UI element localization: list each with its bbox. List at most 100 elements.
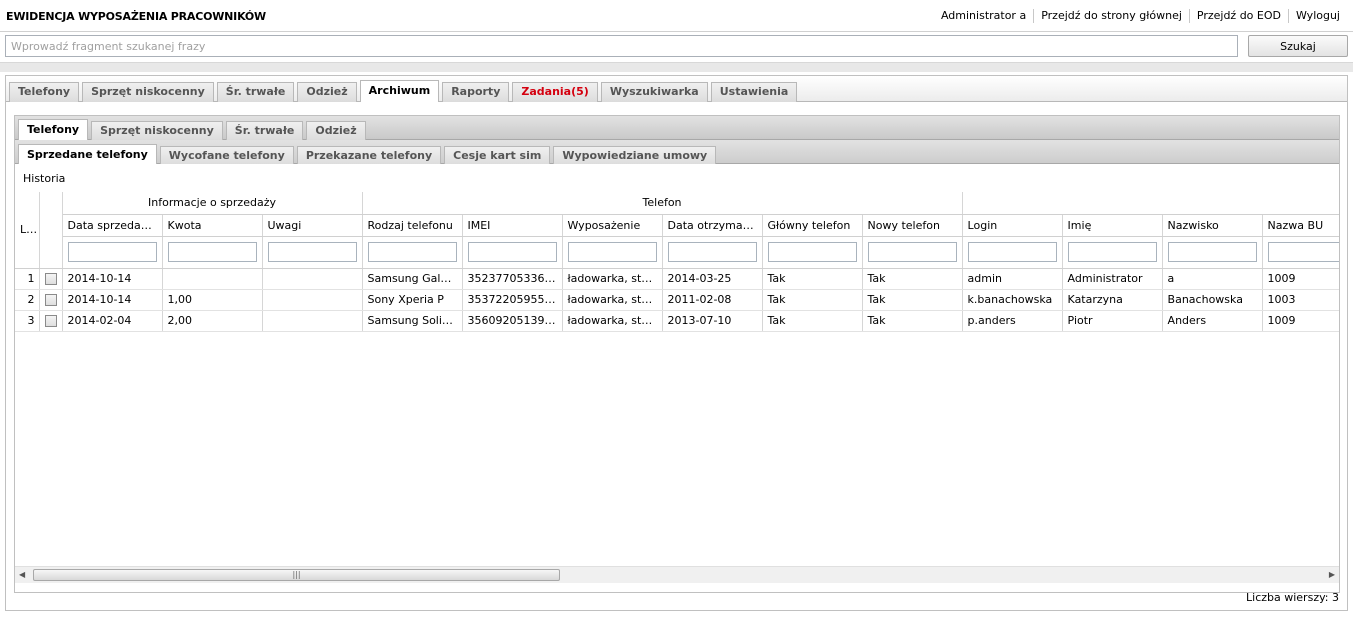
scrollbar-thumb[interactable]: ||| xyxy=(33,569,560,581)
tab-telefony[interactable]: Telefony xyxy=(9,82,80,102)
cell-login: admin xyxy=(962,268,1063,290)
row-number: 2 xyxy=(15,289,40,311)
archive-tab-cesje-kart-sim[interactable]: Cesje kart sim xyxy=(444,146,551,165)
column-header-label: Główny telefon xyxy=(767,218,851,232)
app-header: EWIDENCJA WYPOSAŻENIA PRACOWNIKÓW Admini… xyxy=(0,0,1353,32)
column-header-imie[interactable]: Imię xyxy=(1062,214,1163,237)
tab-archiwum[interactable]: Archiwum xyxy=(359,80,440,102)
tab-wyszukiwarka[interactable]: Wyszukiwarka xyxy=(600,82,708,102)
cell-nazwa-bu: 1009 xyxy=(1262,268,1339,290)
horizontal-scrollbar[interactable]: ◀ ||| ▶ xyxy=(15,566,1339,583)
filter-input-data-sprzedazy[interactable] xyxy=(67,242,157,262)
cell-imei: 353722059550012 xyxy=(462,289,563,311)
cell-login: k.banachowska xyxy=(962,289,1063,311)
cell-nazwisko: Banachowska xyxy=(1162,289,1263,311)
row-select-cell xyxy=(39,310,63,332)
cell-imei: 352377053362780 xyxy=(462,268,563,290)
search-input[interactable] xyxy=(5,35,1238,57)
grid-toolbar: Historia xyxy=(15,164,1339,192)
cell-nowy-telefon: Tak xyxy=(862,268,963,290)
filter-cell xyxy=(162,236,263,269)
subtab-sr-trwale[interactable]: Śr. trwałe xyxy=(225,121,304,140)
column-header-label: Nowy telefon xyxy=(867,218,940,232)
tab-sr-trwale[interactable]: Śr. trwałe xyxy=(216,82,295,102)
cell-kwota: 2,00 xyxy=(162,310,263,332)
row-checkbox[interactable] xyxy=(44,294,57,306)
filter-input-kwota[interactable] xyxy=(167,242,257,262)
filter-input-wyposazenie[interactable] xyxy=(567,242,657,262)
tab-raporty[interactable]: Raporty xyxy=(442,82,510,102)
cell-glowny-telefon: Tak xyxy=(762,310,863,332)
filter-cell xyxy=(362,236,463,269)
column-header-kwota[interactable]: Kwota xyxy=(162,214,263,237)
cell-data-sprzedazy: 2014-10-14 xyxy=(62,268,163,290)
filter-cell xyxy=(62,236,163,269)
filter-input-uwagi[interactable] xyxy=(267,242,357,262)
filter-input-nazwa-bu[interactable] xyxy=(1267,242,1339,262)
tab-zadania-5[interactable]: Zadania(5) xyxy=(512,82,598,102)
subtab-sprzet-niskocenny[interactable]: Sprzęt niskocenny xyxy=(91,121,223,140)
scroll-left-arrow-icon[interactable]: ◀ xyxy=(19,570,29,580)
table-row[interactable]: 1 2014-10-14 Samsung Galaxy S4352377053362… xyxy=(15,268,1339,290)
subtab-telefony[interactable]: Telefony xyxy=(18,119,89,140)
column-header-rodzaj-telefonu[interactable]: Rodzaj telefonu xyxy=(362,214,463,237)
filter-input-rodzaj-telefonu[interactable] xyxy=(367,242,457,262)
column-header-label: Login xyxy=(967,218,998,232)
filter-cell xyxy=(1062,236,1163,269)
table-row[interactable]: 3 2014-02-042,00 Samsung Solid B2710356092… xyxy=(15,310,1339,332)
select-column-header xyxy=(39,192,63,269)
filter-input-glowny-telefon[interactable] xyxy=(767,242,857,262)
filter-cell xyxy=(962,236,1063,269)
archive-tab-przekazane-telefony[interactable]: Przekazane telefony xyxy=(296,146,442,165)
column-header-data-sprzedazy[interactable]: Data sprzedaży xyxy=(62,214,163,237)
tab-odziez[interactable]: Odzież xyxy=(297,82,357,102)
grid-table: Lp. Informacje o sprzedaży Telefon Data s… xyxy=(15,192,1339,332)
filter-input-data-otrzymania[interactable] xyxy=(667,242,757,262)
row-checkbox[interactable] xyxy=(44,273,57,285)
cell-rodzaj-telefonu: Samsung Galaxy S4 xyxy=(362,268,463,290)
filter-input-imie[interactable] xyxy=(1067,242,1157,262)
column-header-login[interactable]: Login xyxy=(962,214,1063,237)
scroll-right-arrow-icon[interactable]: ▶ xyxy=(1325,570,1335,580)
logout-link[interactable]: Wyloguj xyxy=(1288,9,1347,23)
filter-input-login[interactable] xyxy=(967,242,1057,262)
cell-uwagi xyxy=(262,289,363,311)
subtab-odziez[interactable]: Odzież xyxy=(306,121,366,140)
column-header-wyposazenie[interactable]: Wyposażenie xyxy=(562,214,663,237)
eod-link[interactable]: Przejdź do EOD xyxy=(1188,9,1288,23)
archive-tab-wypowiedziane-umowy[interactable]: Wypowiedziane umowy xyxy=(553,146,717,165)
column-header-glowny-telefon[interactable]: Główny telefon xyxy=(762,214,863,237)
sort-descending-icon[interactable] xyxy=(157,223,161,228)
filter-input-imei[interactable] xyxy=(467,242,557,262)
tab-sprzet-niskocenny[interactable]: Sprzęt niskocenny xyxy=(82,82,214,102)
table-row[interactable]: 2 2014-10-14 1,00 Sony Xperia P 353722059550… xyxy=(15,289,1339,311)
sold-phones-grid: Lp. Informacje o sprzedaży Telefon Data s… xyxy=(15,192,1339,566)
cell-rodzaj-telefonu: Sony Xperia P xyxy=(362,289,463,311)
column-header-nowy-telefon[interactable]: Nowy telefon xyxy=(862,214,963,237)
archive-tab-sprzedane-telefony[interactable]: Sprzedane telefony xyxy=(18,144,157,165)
cell-glowny-telefon: Tak xyxy=(762,289,863,311)
cell-imie: Administrator xyxy=(1062,268,1163,290)
archive-tab-wycofane-telefony[interactable]: Wycofane telefony xyxy=(159,146,294,165)
cell-glowny-telefon: Tak xyxy=(762,268,863,290)
row-count-status: Liczba wierszy: 3 xyxy=(1246,591,1339,604)
column-header-label: Rodzaj telefonu xyxy=(367,218,453,232)
home-link[interactable]: Przejdź do strony głównej xyxy=(1033,9,1189,23)
filter-input-nowy-telefon[interactable] xyxy=(867,242,957,262)
archive-panel: Telefony Sprzęt niskocenny Śr. trwałe Odzie… xyxy=(14,115,1340,593)
filter-input-nazwisko[interactable] xyxy=(1167,242,1257,262)
history-button[interactable]: Historia xyxy=(23,172,65,185)
search-button[interactable]: Szukaj xyxy=(1248,35,1348,57)
column-header-uwagi[interactable]: Uwagi xyxy=(262,214,363,237)
cell-data-otrzymania: 2011-02-08 xyxy=(662,289,763,311)
grid-filter-row xyxy=(15,236,1339,269)
cell-imie: Piotr xyxy=(1062,310,1163,332)
tab-ustawienia[interactable]: Ustawienia xyxy=(710,82,798,102)
column-header-nazwisko[interactable]: Nazwisko xyxy=(1162,214,1263,237)
column-header-imei[interactable]: IMEI xyxy=(462,214,563,237)
column-header-data-otrzymania[interactable]: Data otrzymania xyxy=(662,214,763,237)
column-header-nazwa-bu[interactable]: Nazwa BU xyxy=(1262,214,1339,237)
row-checkbox[interactable] xyxy=(44,315,57,327)
grid-group-header-row: Lp. Informacje o sprzedaży Telefon xyxy=(15,192,1339,269)
search-bar: Szukaj xyxy=(0,32,1353,62)
